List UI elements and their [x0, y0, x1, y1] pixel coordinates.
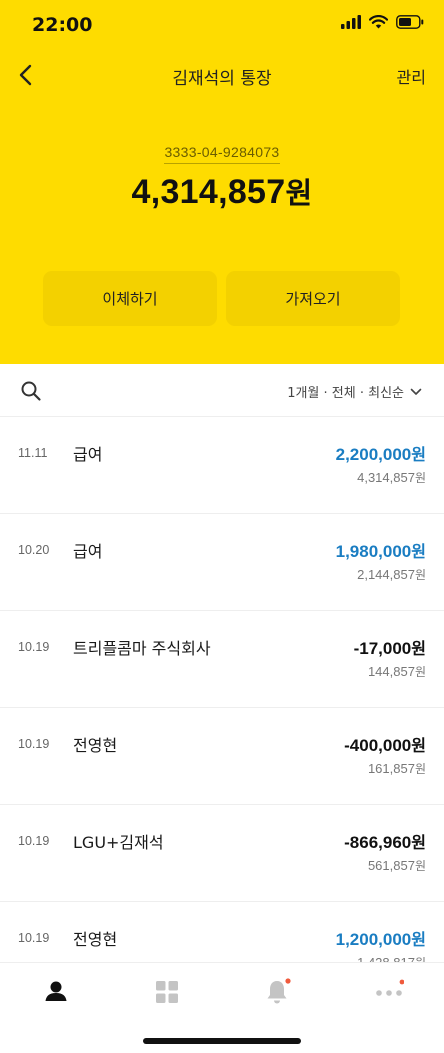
filter-dropdown[interactable]: 1개월 · 전체 · 최신순	[287, 382, 422, 401]
page-title: 김재석의 통장	[172, 69, 272, 89]
transaction-name: LGU+김재석	[73, 833, 164, 852]
account-number[interactable]: 3333-04-9284073	[164, 144, 280, 164]
currency-unit: 원	[414, 568, 426, 582]
status-bar: 22:00	[0, 0, 444, 52]
search-icon[interactable]	[20, 380, 42, 402]
account-balance: 4,314,857원	[0, 170, 444, 212]
transaction-amount: -400,000원	[344, 732, 426, 756]
transaction-list: 11.11 급여 2,200,000원 4,314,857원 10.20 급여 …	[0, 417, 444, 999]
transaction-amount-value: 2,200,000	[335, 445, 412, 464]
transaction-balance-value: 4,314,857	[357, 470, 415, 485]
nav-bar: 김재석의 통장 관리	[0, 52, 444, 98]
transaction-row[interactable]: 10.19 LGU+김재석 -866,960원 561,857원	[0, 805, 444, 902]
account-header: 22:00 김재석의 통장 관리 3333-04-9284073 4,314,8…	[0, 0, 444, 364]
currency-unit: 원	[414, 665, 426, 679]
status-time: 22:00	[32, 14, 93, 36]
transaction-amount: -866,960원	[344, 829, 426, 853]
currency-unit: 원	[411, 930, 426, 949]
currency-unit: 원	[414, 859, 426, 873]
currency-unit: 원	[414, 762, 426, 776]
chevron-down-icon	[410, 388, 422, 395]
transaction-row[interactable]: 10.19 전영현 -400,000원 161,857원	[0, 708, 444, 805]
transaction-name: 전영현	[73, 736, 118, 755]
transaction-balance: 161,857원	[368, 760, 426, 777]
transaction-balance-value: 2,144,857	[357, 567, 415, 582]
transaction-amount-value: 1,200,000	[335, 930, 412, 949]
currency-unit: 원	[414, 471, 426, 485]
account-number-row: 3333-04-9284073	[0, 142, 444, 164]
battery-icon	[396, 15, 424, 29]
signal-icon	[341, 15, 361, 29]
currency-unit: 원	[411, 833, 426, 852]
transaction-amount-value: -866,960	[344, 833, 412, 852]
balance-currency: 원	[285, 176, 313, 210]
transaction-amount-value: -400,000	[344, 736, 412, 755]
transaction-date: 10.19	[18, 737, 50, 751]
currency-unit: 원	[411, 542, 426, 561]
transaction-balance: 561,857원	[368, 857, 426, 874]
balance-amount: 4,314,857	[131, 173, 286, 211]
transaction-balance-value: 561,857	[367, 858, 415, 873]
transaction-amount: 1,980,000원	[336, 538, 426, 562]
transaction-row[interactable]: 11.11 급여 2,200,000원 4,314,857원	[0, 417, 444, 514]
currency-unit: 원	[411, 736, 426, 755]
transaction-balance-value: 161,857	[367, 761, 415, 776]
currency-unit: 원	[411, 445, 426, 464]
bell-icon[interactable]	[262, 977, 292, 1007]
transfer-button[interactable]: 이체하기	[43, 271, 217, 326]
wifi-icon	[369, 15, 388, 29]
transaction-amount-value: 1,980,000	[335, 542, 412, 561]
filter-label: 1개월 · 전체 · 최신순	[287, 386, 404, 401]
currency-unit: 원	[411, 639, 426, 658]
transaction-date: 11.11	[18, 446, 48, 460]
manage-button[interactable]: 관리	[397, 64, 426, 88]
person-icon[interactable]	[41, 977, 71, 1007]
grid-icon[interactable]	[152, 977, 182, 1007]
status-icons	[341, 15, 424, 29]
transaction-amount: 1,200,000원	[336, 926, 426, 950]
transaction-name: 트리플콤마 주식회사	[73, 639, 211, 658]
transaction-name: 전영현	[73, 930, 118, 949]
home-indicator	[143, 1038, 301, 1044]
more-icon[interactable]	[374, 977, 404, 1007]
transaction-date: 10.19	[18, 640, 50, 654]
transaction-date: 10.19	[18, 834, 50, 848]
transaction-balance: 2,144,857원	[357, 566, 426, 583]
import-button[interactable]: 가져오기	[226, 271, 400, 326]
transaction-amount: 2,200,000원	[336, 441, 426, 465]
transaction-amount: -17,000원	[354, 635, 426, 659]
transaction-balance: 4,314,857원	[357, 469, 426, 486]
transaction-date: 10.20	[18, 543, 50, 557]
filter-bar: 1개월 · 전체 · 최신순	[0, 364, 444, 417]
transaction-balance: 144,857원	[368, 663, 426, 680]
transaction-amount-value: -17,000	[353, 639, 412, 658]
transaction-row[interactable]: 10.20 급여 1,980,000원 2,144,857원	[0, 514, 444, 611]
transaction-name: 급여	[73, 445, 103, 464]
transaction-date: 10.19	[18, 931, 50, 945]
transaction-balance-value: 144,857	[367, 664, 415, 679]
transaction-row[interactable]: 10.19 트리플콤마 주식회사 -17,000원 144,857원	[0, 611, 444, 708]
transaction-name: 급여	[73, 542, 103, 561]
